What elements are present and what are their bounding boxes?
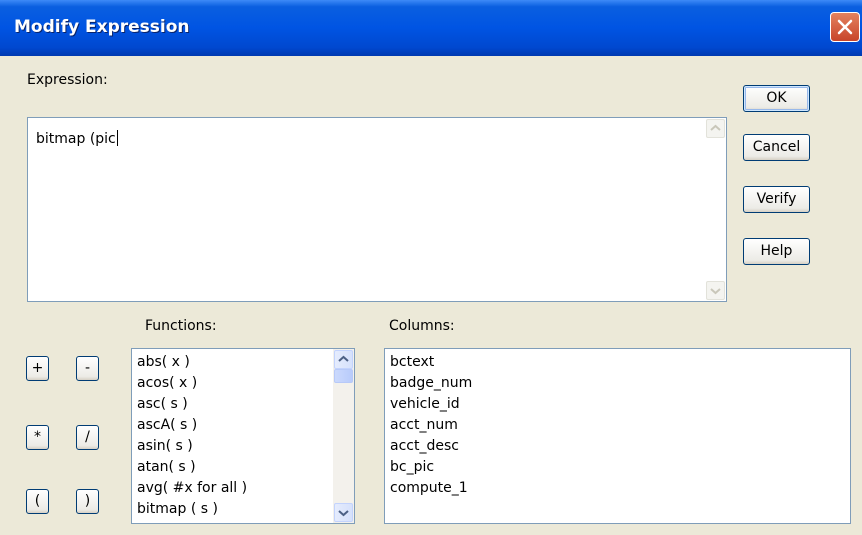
multiply-operator-button[interactable]: *: [26, 425, 49, 450]
function-list-item[interactable]: avg( #x for all ): [132, 478, 332, 499]
close-paren-button[interactable]: ): [76, 489, 99, 514]
expression-scroll-down-button[interactable]: [706, 281, 725, 300]
functions-scroll-down-button[interactable]: [334, 503, 353, 522]
arrow-down-icon: [710, 288, 721, 295]
expression-label: Expression:: [27, 72, 108, 88]
function-list-item[interactable]: abs( x ): [132, 352, 332, 373]
column-list-item[interactable]: compute_1: [385, 478, 850, 499]
expression-scroll-up-button[interactable]: [706, 119, 725, 138]
functions-scroll-thumb[interactable]: [334, 369, 353, 383]
function-list-item[interactable]: asc( s ): [132, 394, 332, 415]
modify-expression-dialog: Modify Expression Expression: bitmap (pi…: [0, 0, 862, 535]
divide-operator-button[interactable]: /: [76, 425, 99, 450]
arrow-up-icon: [338, 355, 349, 362]
expression-value: bitmap (pic: [36, 130, 118, 147]
arrow-down-icon: [338, 510, 349, 517]
close-button[interactable]: [830, 12, 860, 42]
functions-label: Functions:: [145, 318, 217, 334]
column-list-item[interactable]: vehicle_id: [385, 394, 850, 415]
column-list-item[interactable]: badge_num: [385, 373, 850, 394]
function-list-item[interactable]: atan( s ): [132, 457, 332, 478]
expression-textarea[interactable]: bitmap (pic: [27, 117, 727, 302]
functions-listbox[interactable]: abs( x ) acos( x ) asc( s ) ascA( s ) asin( …: [131, 348, 355, 524]
function-list-item[interactable]: bitmap ( s ): [132, 499, 332, 520]
open-paren-button[interactable]: (: [26, 489, 49, 514]
help-button[interactable]: Help: [743, 238, 810, 265]
plus-operator-button[interactable]: +: [26, 356, 49, 381]
columns-listbox[interactable]: bctext badge_num vehicle_id acct_num acct_de…: [384, 348, 851, 524]
arrow-up-icon: [710, 124, 721, 131]
verify-button[interactable]: Verify: [743, 186, 810, 213]
function-list-item[interactable]: acos( x ): [132, 373, 332, 394]
title-bar[interactable]: Modify Expression: [0, 0, 862, 56]
columns-list: bctext badge_num vehicle_id acct_num acct_de…: [385, 349, 850, 499]
window-title: Modify Expression: [14, 17, 190, 37]
column-list-item[interactable]: acct_desc: [385, 436, 850, 457]
function-list-item[interactable]: asin( s ): [132, 436, 332, 457]
functions-scroll-up-button[interactable]: [334, 350, 353, 369]
column-list-item[interactable]: bc_pic: [385, 457, 850, 478]
functions-list: abs( x ) acos( x ) asc( s ) ascA( s ) asin( …: [132, 349, 332, 520]
columns-label: Columns:: [389, 318, 455, 334]
function-list-item[interactable]: ascA( s ): [132, 415, 332, 436]
column-list-item[interactable]: bctext: [385, 352, 850, 373]
minus-operator-button[interactable]: -: [76, 356, 99, 381]
close-x-icon: [837, 19, 853, 35]
expression-scrollbar[interactable]: [705, 118, 726, 301]
cancel-button[interactable]: Cancel: [743, 134, 810, 161]
text-caret: [116, 130, 118, 146]
column-list-item[interactable]: acct_num: [385, 415, 850, 436]
functions-scrollbar[interactable]: [333, 349, 354, 523]
ok-button[interactable]: OK: [743, 85, 810, 112]
